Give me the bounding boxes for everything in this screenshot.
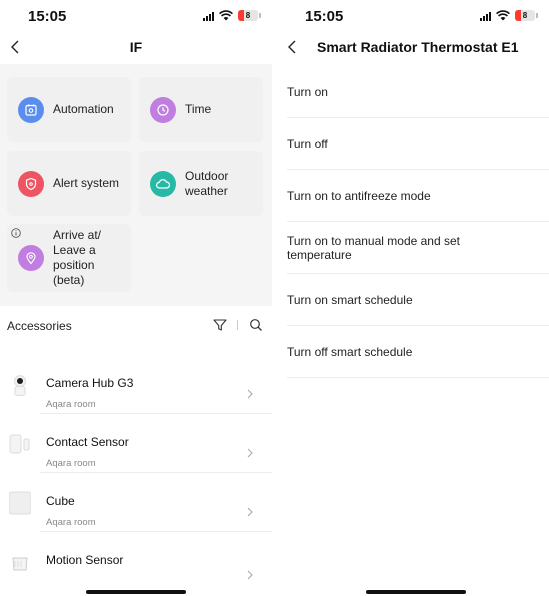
battery-level: 8 — [522, 11, 528, 20]
list-item[interactable]: Camera Hub G3 Aqara room — [0, 355, 272, 414]
action-label: Turn off smart schedule — [287, 345, 413, 359]
divider — [237, 320, 238, 330]
section-title: Accessories — [7, 319, 72, 333]
chevron-right-icon — [247, 389, 253, 399]
chevron-right-icon — [247, 448, 253, 458]
info-icon[interactable] — [11, 228, 21, 238]
action-turn-on[interactable]: Turn on — [277, 66, 549, 118]
list-item[interactable]: Cube Aqara room — [0, 473, 272, 532]
wifi-icon — [496, 10, 510, 21]
chevron-right-icon — [247, 507, 253, 517]
location-pin-icon — [18, 245, 44, 271]
trigger-types: Automation Time Alert system Outdoor weat… — [0, 64, 272, 306]
battery-level: 8 — [245, 11, 251, 20]
action-list: Turn on Turn off Turn on to antifreeze m… — [277, 66, 549, 378]
card-arrive-leave-position[interactable]: Arrive at/Leave a position (beta) — [7, 224, 131, 292]
chevron-left-icon — [288, 40, 296, 54]
list-item[interactable]: Contact Sensor Aqara room — [0, 414, 272, 473]
action-label: Turn off — [287, 137, 328, 151]
home-indicator[interactable] — [366, 590, 466, 594]
shield-icon — [18, 170, 44, 197]
divider — [287, 377, 549, 378]
action-antifreeze-mode[interactable]: Turn on to antifreeze mode — [277, 170, 549, 222]
card-alert-system[interactable]: Alert system — [7, 151, 131, 216]
list-item[interactable]: Motion Sensor — [0, 532, 272, 591]
search-icon[interactable] — [248, 317, 264, 333]
item-name: Contact Sensor — [46, 435, 129, 449]
card-label: Outdoor weather — [185, 168, 229, 198]
nav-bar: IF — [0, 33, 272, 61]
card-label: Arrive at/Leave a position (beta) — [53, 228, 102, 287]
if-screen: 15:05 8 IF Automation Time Alert system … — [0, 0, 272, 596]
status-icons: 8 — [203, 10, 261, 21]
card-label: Time — [185, 102, 212, 116]
item-room: Aqara room — [46, 517, 96, 528]
status-time: 15:05 — [305, 8, 344, 25]
motion-sensor-thumbnail — [12, 557, 28, 571]
item-room: Aqara room — [46, 458, 96, 469]
camera-hub-thumbnail — [14, 375, 26, 396]
home-indicator[interactable] — [86, 590, 186, 594]
card-label: Automation — [53, 102, 114, 116]
status-bar: 15:05 8 — [0, 0, 272, 30]
item-name: Camera Hub G3 — [46, 376, 134, 390]
status-time: 15:05 — [28, 8, 67, 25]
thermostat-actions-screen: 15:05 8 Smart Radiator Thermostat E1 Tur… — [277, 0, 549, 596]
action-label: Turn on to antifreeze mode — [287, 189, 431, 203]
card-outdoor-weather[interactable]: Outdoor weather — [139, 151, 263, 216]
accessories-list: Camera Hub G3 Aqara room Contact Sensor … — [0, 355, 272, 591]
page-title: Smart Radiator Thermostat E1 — [317, 39, 519, 55]
automation-icon — [18, 96, 44, 123]
cellular-signal-icon — [203, 11, 214, 21]
status-bar: 15:05 8 — [277, 0, 549, 30]
card-label: Alert system — [53, 176, 120, 190]
card-time[interactable]: Time — [139, 77, 263, 142]
cloud-icon — [150, 170, 176, 197]
status-icons: 8 — [480, 10, 538, 21]
action-smart-schedule-on[interactable]: Turn on smart schedule — [277, 274, 549, 326]
item-name: Cube — [46, 494, 75, 508]
action-manual-mode-set-temperature[interactable]: Turn on to manual mode and set temperatur… — [277, 222, 549, 274]
contact-sensor-thumbnail — [9, 434, 30, 454]
item-name: Motion Sensor — [46, 553, 124, 567]
back-button[interactable] — [279, 33, 305, 61]
battery-icon: 8 — [515, 10, 538, 21]
nav-bar: Smart Radiator Thermostat E1 — [277, 33, 549, 61]
filter-icon[interactable] — [212, 317, 228, 333]
item-room: Aqara room — [46, 399, 96, 410]
page-title: IF — [129, 39, 143, 55]
action-smart-schedule-off[interactable]: Turn off smart schedule — [277, 326, 549, 378]
battery-icon: 8 — [238, 10, 261, 21]
card-automation[interactable]: Automation — [7, 77, 131, 142]
wifi-icon — [219, 10, 233, 21]
chevron-right-icon — [247, 570, 253, 580]
action-label: Turn on — [287, 85, 328, 99]
cellular-signal-icon — [480, 11, 491, 21]
accessories-header: Accessories — [0, 310, 272, 340]
action-label: Turn on to manual mode and set temperatur… — [287, 234, 460, 262]
action-turn-off[interactable]: Turn off — [277, 118, 549, 170]
clock-icon — [150, 96, 176, 123]
action-label: Turn on smart schedule — [287, 293, 413, 307]
cube-thumbnail — [9, 491, 31, 515]
